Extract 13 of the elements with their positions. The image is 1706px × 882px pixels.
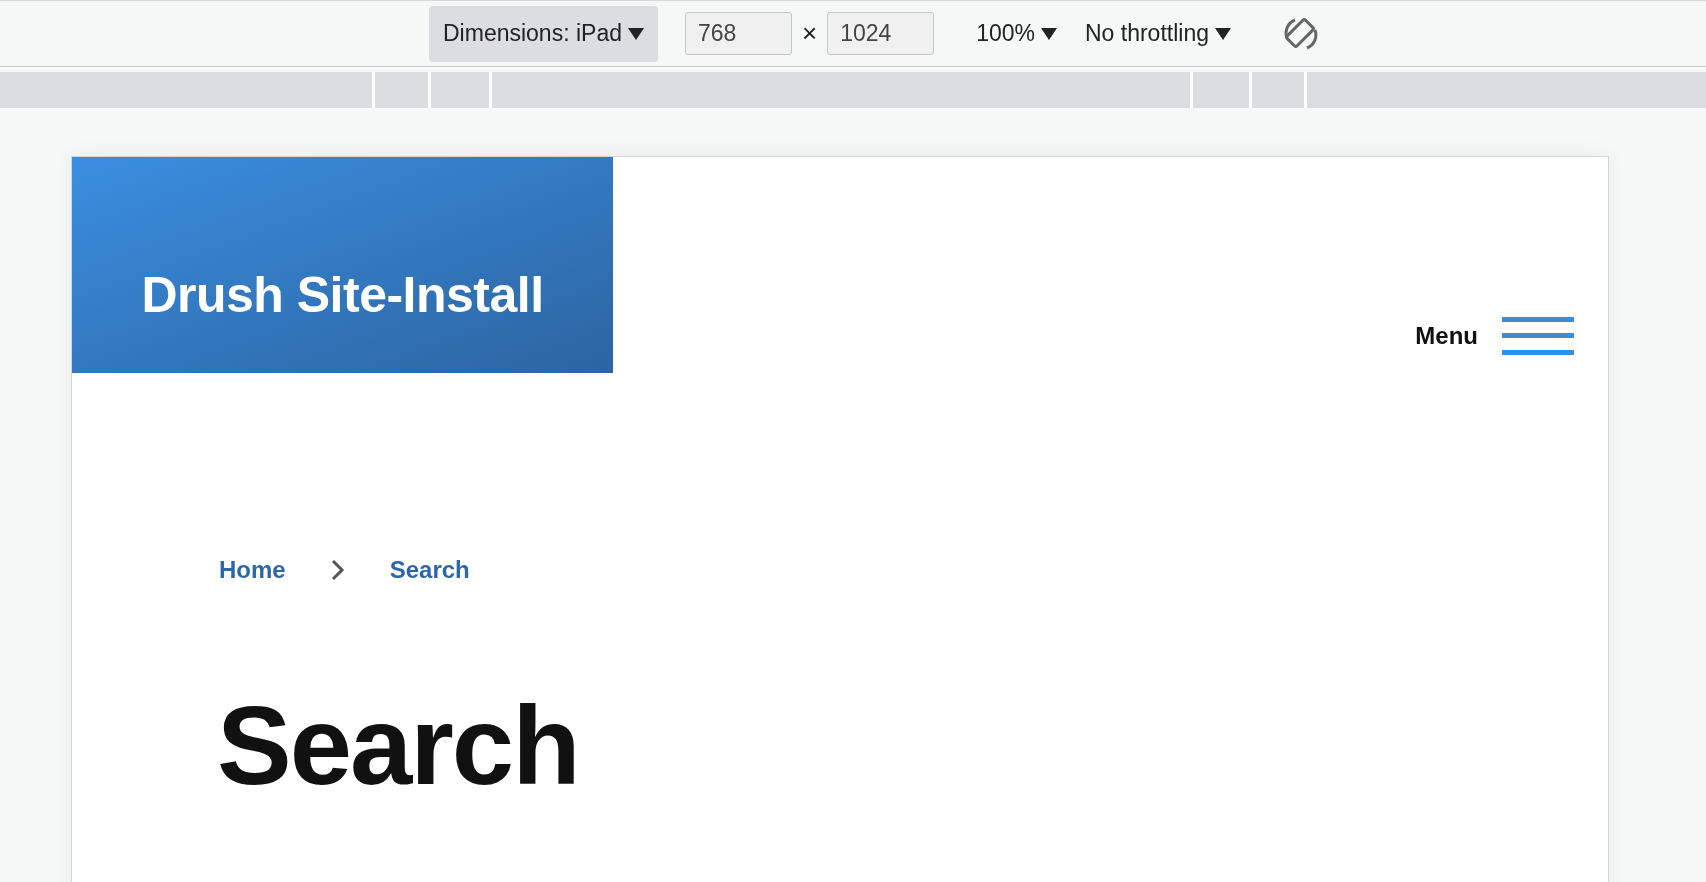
menu-icon [1502,317,1574,355]
zoom-dropdown[interactable]: 100% [976,20,1057,47]
width-input[interactable]: 768 [684,12,792,55]
throttling-dropdown[interactable]: No throttling [1085,20,1231,47]
chevron-right-icon [329,558,346,582]
site-title[interactable]: Drush Site-Install [72,157,613,373]
breadcrumb-link[interactable]: Search [389,556,470,584]
menu-button[interactable]: Menu [1415,317,1574,355]
page-title: Search [217,690,580,802]
breadcrumb-link[interactable]: Home [219,556,286,584]
device-dropdown[interactable]: Dimensions: iPad [429,5,658,62]
height-input[interactable]: 1024 [827,12,935,55]
dimension-separator: × [801,18,818,49]
